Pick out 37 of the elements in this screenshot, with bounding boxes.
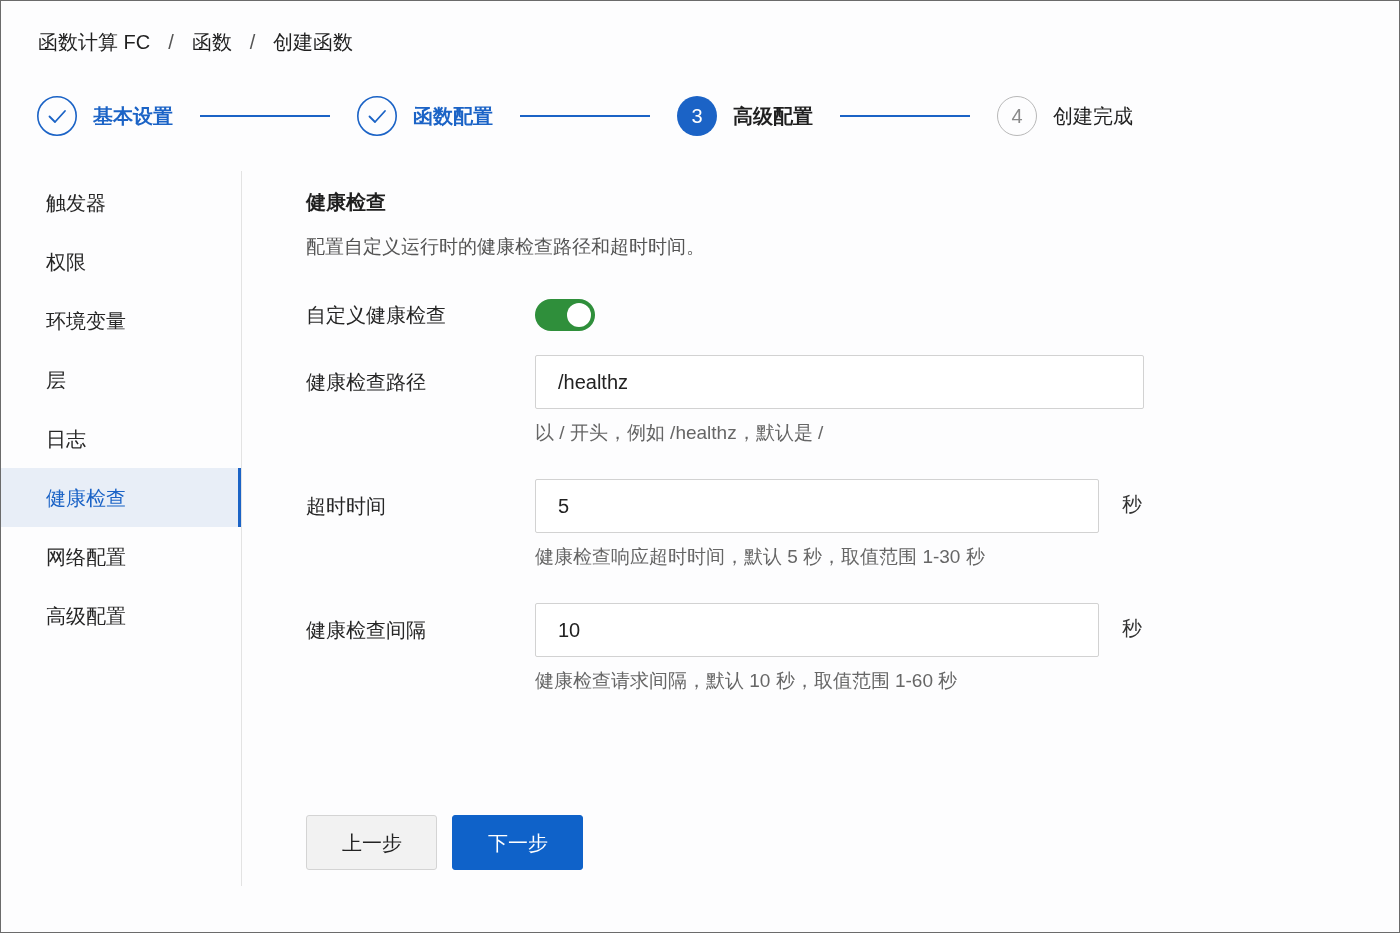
step-number: 3 (677, 96, 717, 136)
step-label: 高级配置 (733, 104, 813, 129)
input-field[interactable]: 10 (535, 603, 1099, 657)
unit-label: 秒 (1122, 616, 1142, 641)
step-label: 创建完成 (1053, 104, 1133, 129)
breadcrumb-separator: / (249, 30, 256, 55)
input-field[interactable]: /healthz (535, 355, 1144, 409)
field-label: 自定义健康检查 (306, 303, 447, 328)
sidebar-item[interactable]: 层 (1, 350, 241, 409)
field-label: 超时时间 (306, 494, 387, 519)
sidebar-item[interactable]: 环境变量 (1, 291, 241, 350)
breadcrumb-separator: / (168, 30, 174, 55)
breadcrumb-current: 创建函数 (273, 30, 354, 55)
toggle-switch[interactable] (535, 299, 595, 331)
step-label: 函数配置 (413, 104, 493, 129)
help-text: 健康检查响应超时时间，默认 5 秒，取值范围 1-30 秒 (535, 545, 986, 569)
next-button[interactable]: 下一步 (452, 815, 583, 870)
sidebar-item[interactable]: 健康检查 (1, 468, 241, 527)
sidebar-item[interactable]: 日志 (1, 409, 241, 468)
sidebar-item[interactable]: 触发器 (1, 173, 241, 232)
sidebar-item[interactable]: 权限 (1, 232, 241, 291)
field-label: 健康检查间隔 (306, 618, 427, 643)
section-description: 配置自定义运行时的健康检查路径和超时时间。 (306, 235, 706, 259)
sidebar-item[interactable]: 高级配置 (1, 586, 241, 645)
breadcrumb-link[interactable]: 函数 (191, 28, 232, 56)
field-label: 健康检查路径 (306, 370, 427, 395)
breadcrumb-link[interactable]: 函数计算 FC (38, 28, 151, 56)
sidebar-item[interactable]: 网络配置 (1, 527, 241, 586)
help-text: 健康检查请求间隔，默认 10 秒，取值范围 1-60 秒 (535, 669, 959, 693)
section-title: 健康检查 (306, 190, 387, 215)
step-label: 基本设置 (93, 104, 173, 129)
input-field[interactable]: 5 (535, 479, 1099, 533)
help-text: 以 / 开头，例如 /healthz，默认是 / (535, 421, 825, 445)
check-circle-icon (37, 96, 77, 136)
unit-label: 秒 (1122, 492, 1142, 517)
back-button[interactable]: 上一步 (306, 815, 437, 870)
check-circle-icon (357, 96, 397, 136)
